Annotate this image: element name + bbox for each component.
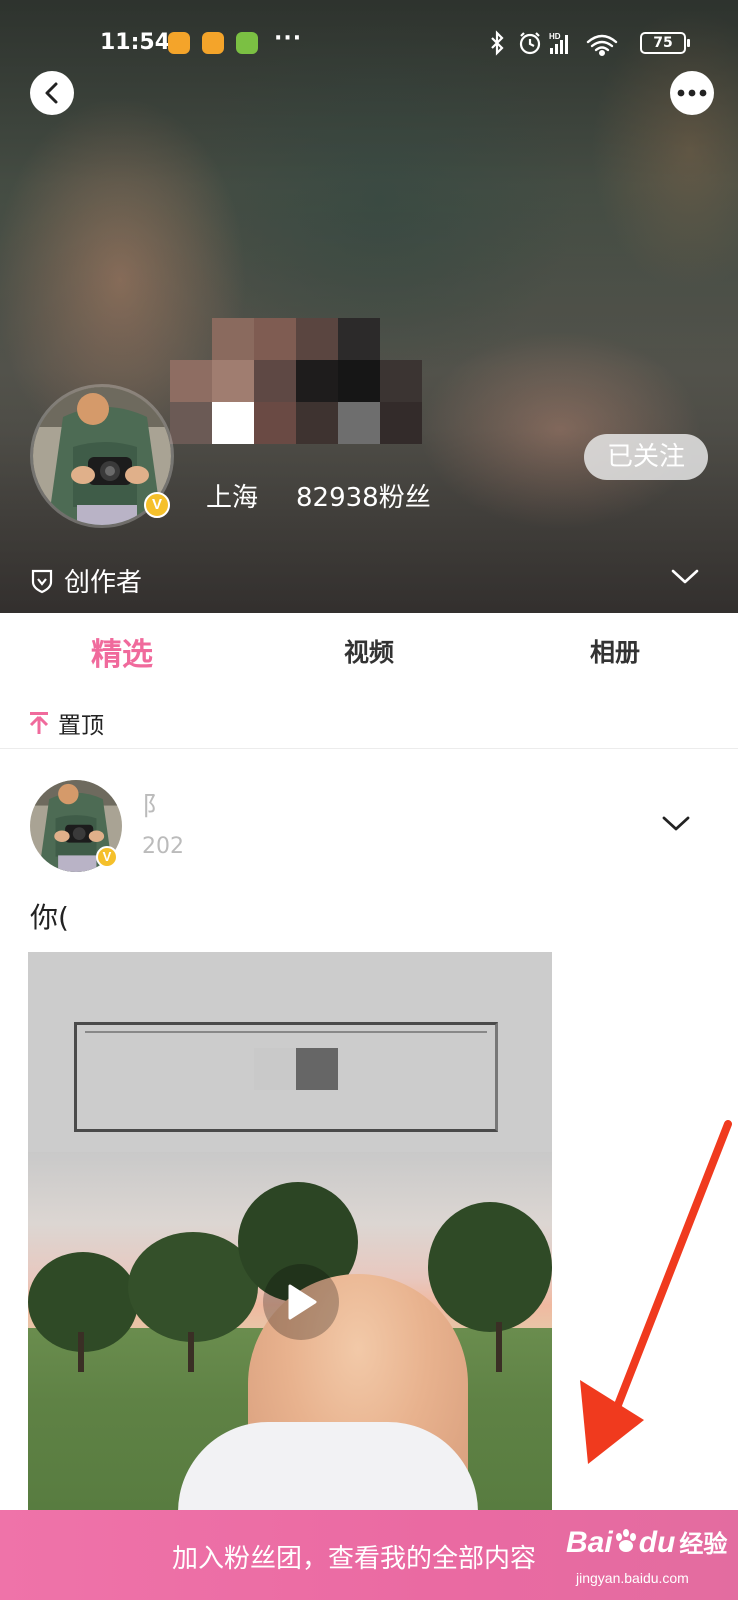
wifi-icon [586, 34, 618, 57]
battery-icon: 75 [640, 32, 690, 54]
chevron-left-icon [45, 82, 58, 104]
pinned-label-row: 置顶 [28, 706, 104, 740]
watermark-du: du [638, 1526, 676, 1559]
post-author-name[interactable]: 阝 [142, 786, 168, 823]
divider [0, 748, 738, 749]
bluetooth-icon [491, 30, 504, 56]
mosaic-censor [170, 318, 422, 444]
tree-trunk [188, 1332, 194, 1372]
profile-fans-count: 82938粉丝 [296, 483, 431, 513]
red-arrow-annotation [580, 1120, 732, 1464]
following-button[interactable]: 已关注 [584, 434, 708, 480]
more-notifications-icon: ··· [274, 26, 303, 51]
tab-videos[interactable]: 视频 [344, 633, 394, 669]
pin-top-icon [29, 712, 49, 734]
tab-albums[interactable]: 相册 [590, 633, 640, 669]
signal-icon: HD [549, 32, 568, 54]
pinned-label: 置顶 [58, 713, 104, 739]
verified-badge-icon: V [144, 492, 170, 518]
creator-tag[interactable]: 创作者 [30, 562, 142, 599]
message-app-icon [202, 32, 224, 54]
tab-featured[interactable]: 精选 [91, 629, 153, 674]
watermark-url: jingyan.baidu.com [576, 1570, 689, 1586]
mosaic-censor [254, 1048, 296, 1090]
profile-header: 11:54 ··· HD 75 V 上海 82938粉丝 已关注 创作者 [0, 0, 738, 613]
message-app-icon [168, 32, 190, 54]
join-fan-club-banner[interactable]: 加入粉丝团，查看我的全部内容 Bai du 经验 jingyan.baidu.com [0, 1510, 738, 1600]
play-button[interactable] [263, 1264, 339, 1340]
status-bar: 11:54 ··· HD 75 [0, 26, 738, 60]
person-shirt [178, 1422, 478, 1512]
join-fan-club-text: 加入粉丝团，查看我的全部内容 [172, 1544, 537, 1574]
status-time: 11:54 [100, 30, 171, 55]
more-options-button[interactable] [670, 71, 714, 115]
tree [428, 1202, 552, 1332]
watermark-bai: Bai [566, 1526, 613, 1559]
ellipsis-icon [677, 89, 707, 97]
creator-label: 创作者 [64, 568, 143, 598]
watermark-jingyan: 经验 [679, 1531, 728, 1558]
profile-location: 上海 [206, 483, 259, 513]
paw-icon [615, 1529, 636, 1552]
back-button[interactable] [30, 71, 74, 115]
chevron-down-icon[interactable] [670, 568, 700, 586]
verified-badge-icon: V [96, 846, 118, 868]
shield-check-icon [31, 569, 53, 593]
play-icon [288, 1284, 317, 1320]
content-tabs: 精选 视频 相册 [0, 613, 738, 693]
tree-trunk [496, 1322, 502, 1372]
status-icons: HD [491, 30, 618, 57]
baidu-jingyan-watermark: Bai du 经验 jingyan.baidu.com [566, 1524, 728, 1586]
tree-trunk [78, 1332, 84, 1372]
alarm-icon [519, 32, 541, 55]
post-text: 你( [30, 901, 69, 934]
chevron-down-icon[interactable] [660, 814, 692, 834]
mosaic-censor [296, 1048, 338, 1090]
post-video-thumbnail[interactable] [28, 952, 552, 1512]
svg-text:HD: HD [549, 32, 561, 41]
post-date: 202 [142, 834, 184, 859]
download-app-icon [236, 32, 258, 54]
